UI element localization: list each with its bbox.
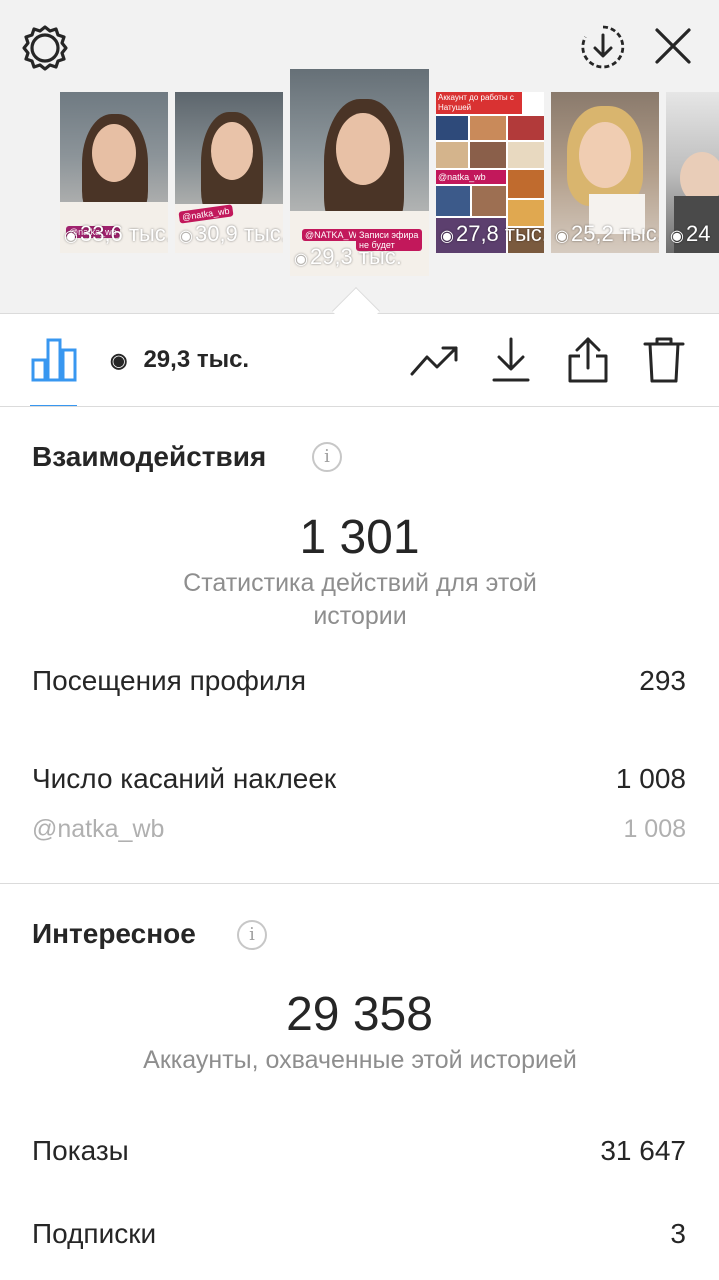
interactions-description: Статистика действий для этой истории xyxy=(183,569,537,630)
close-icon[interactable] xyxy=(654,27,692,65)
impressions-value: 31 647 xyxy=(600,1135,686,1166)
story-title-banner: Аккаунт до работы с Натушей xyxy=(436,92,522,114)
reach-description: Аккаунты, охваченные этой историей xyxy=(143,1046,577,1074)
trending-up-icon[interactable] xyxy=(410,344,460,378)
eye-icon: ◉ xyxy=(294,251,308,268)
divider xyxy=(0,406,719,407)
reach-total: 29 358 xyxy=(286,988,433,1041)
eye-icon: ◉ xyxy=(64,228,78,245)
story-views: ◉24 xyxy=(670,221,711,246)
discovery-title: Интересное xyxy=(32,918,196,949)
story-views: ◉27,8 тыс. xyxy=(440,221,544,246)
story-views: ◉25,2 тыс. xyxy=(555,221,659,246)
story-tag: @natka_wb xyxy=(436,170,506,184)
download-icon[interactable] xyxy=(491,336,531,384)
profile-visits-value: 293 xyxy=(639,665,686,696)
eye-icon: ◉ xyxy=(110,349,128,372)
story-views: ◉29,3 тыс. xyxy=(294,244,402,269)
eye-icon: ◉ xyxy=(440,228,454,245)
views-count: ◉ 29,3 тыс. xyxy=(110,346,250,373)
gear-icon[interactable] xyxy=(21,24,69,72)
story-views: ◉30,9 тыс. xyxy=(179,221,283,246)
story-thumbnail[interactable]: @natka_wb ◉33,6 тыс. xyxy=(60,92,168,253)
interactions-total: 1 301 xyxy=(299,511,420,564)
eye-icon: ◉ xyxy=(555,228,569,245)
story-thumbnail[interactable]: ◉25,2 тыс. xyxy=(551,92,659,253)
profile-visits-label: Посещения профиля xyxy=(32,665,307,696)
story-thumbnail[interactable]: @natka_wb ◉30,9 тыс. xyxy=(175,92,283,253)
sticker-taps-value: 1 008 xyxy=(615,763,686,794)
sticker-taps-label: Число касаний наклеек xyxy=(32,763,337,794)
eye-icon: ◉ xyxy=(179,228,193,245)
download-circle-icon[interactable] xyxy=(580,24,626,70)
follows-label: Подписки xyxy=(32,1218,157,1249)
story-thumbnail[interactable]: ◉24 xyxy=(666,92,719,253)
impressions-label: Показы xyxy=(32,1135,129,1166)
story-tray: @natka_wb ◉33,6 тыс. @natka_wb ◉30,9 тыс… xyxy=(0,0,719,313)
info-icon[interactable]: i xyxy=(237,920,267,950)
info-icon[interactable]: i xyxy=(312,442,342,472)
story-thumbnail-selected[interactable]: @NATKA_WB Записи эфира не будет ◉29,3 ты… xyxy=(290,69,429,276)
trash-icon[interactable] xyxy=(643,336,685,384)
share-icon[interactable] xyxy=(566,336,610,384)
action-bar: ◉ 29,3 тыс. xyxy=(0,314,719,407)
story-views: ◉33,6 тыс. xyxy=(64,221,168,246)
eye-icon: ◉ xyxy=(670,228,684,245)
divider xyxy=(0,883,719,884)
bar-chart-icon[interactable] xyxy=(31,336,77,382)
story-thumbnail[interactable]: Аккаунт до работы с Натушей @natka_wb ◉2… xyxy=(436,92,544,253)
interactions-title: Взаимодействия xyxy=(32,441,267,472)
follows-value: 3 xyxy=(670,1218,686,1249)
mention-sticker-value: 1 008 xyxy=(623,815,686,843)
mention-sticker-label[interactable]: @natka_wb xyxy=(32,815,164,844)
